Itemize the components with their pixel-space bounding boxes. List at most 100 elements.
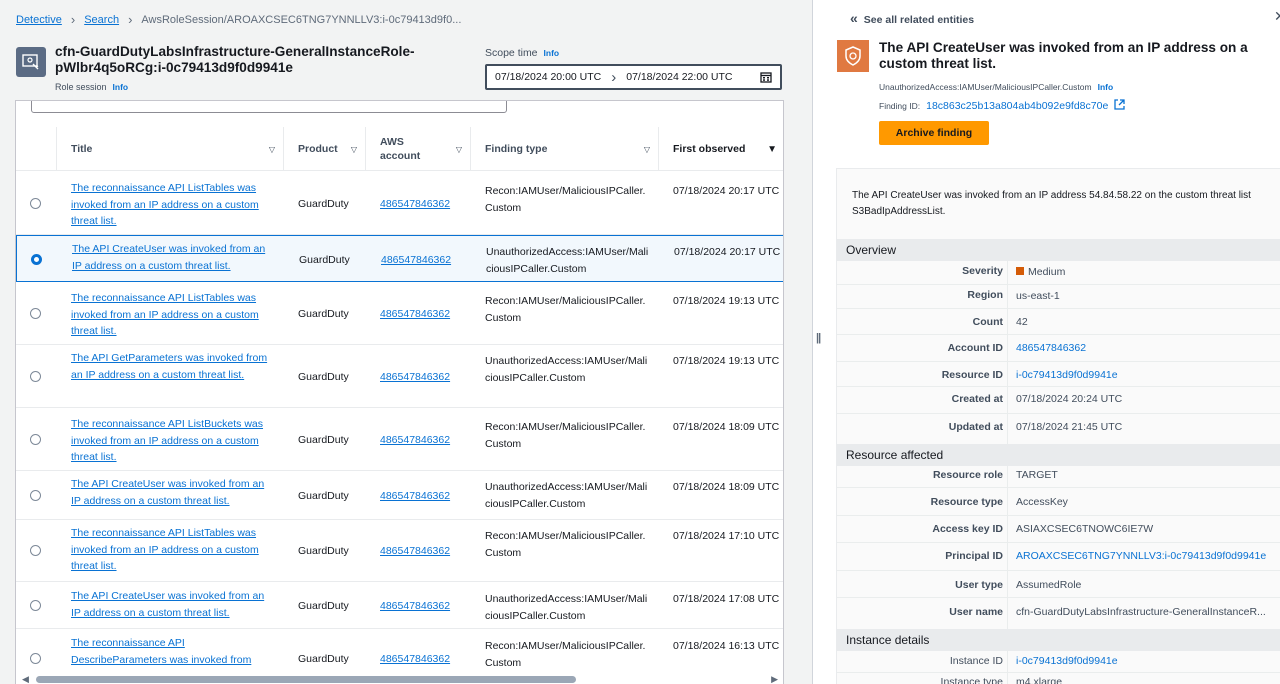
finding-title-link[interactable]: The reconnaissance API DescribeParameter…: [71, 635, 276, 668]
finding-type-cell: UnauthorizedAccess:IAMUser/MaliciousIPCa…: [485, 593, 648, 622]
kv-user-type: User type AssumedRole: [837, 571, 1280, 598]
account-link[interactable]: 486547846362: [380, 369, 450, 386]
first-observed-cell: 07/18/2024 19:13 UTC: [673, 295, 780, 307]
resource-type-label: Resource type: [930, 496, 1003, 508]
archive-finding-button[interactable]: Archive finding: [879, 121, 989, 145]
kv-updated-at: Updated at 07/18/2024 21:45 UTC: [837, 414, 1280, 445]
column-product[interactable]: Product ▽: [283, 127, 365, 171]
close-icon[interactable]: ✕: [1274, 8, 1280, 25]
info-link[interactable]: Info: [113, 82, 129, 92]
table-row[interactable]: The API CreateUser was invoked from an I…: [16, 471, 783, 520]
account-id-link[interactable]: 486547846362: [1016, 342, 1086, 354]
finding-id-label: Finding ID:: [879, 101, 921, 111]
account-link[interactable]: 486547846362: [380, 543, 450, 560]
entity-subtitle: Role session Info: [55, 82, 128, 92]
kv-count: Count 42: [837, 309, 1280, 335]
table-row[interactable]: The reconnaissance API ListTables was in…: [16, 520, 783, 582]
finding-title-link[interactable]: The API CreateUser was invoked from an I…: [71, 588, 276, 621]
column-title[interactable]: Title ▽: [56, 127, 283, 171]
instance-id-label: Instance ID: [949, 655, 1003, 667]
row-radio[interactable]: [30, 371, 41, 382]
count-value: 42: [1016, 316, 1028, 328]
account-link[interactable]: 486547846362: [380, 432, 450, 449]
kv-severity: Severity Medium: [837, 261, 1280, 285]
updated-at-value: 07/18/2024 21:45 UTC: [1016, 421, 1123, 433]
account-link[interactable]: 486547846362: [380, 196, 450, 213]
finding-type-cell: Recon:IAMUser/MaliciousIPCaller.Custom: [485, 421, 646, 450]
finding-type-cell: Recon:IAMUser/MaliciousIPCaller.Custom: [485, 530, 646, 559]
kv-resource-type: Resource type AccessKey: [837, 488, 1280, 516]
findings-table: Title ▽ Product ▽ AWS account ▽ Finding …: [15, 100, 784, 684]
finding-id-link[interactable]: 18c863c25b13a804ab4b092e9fd8c70e: [926, 100, 1108, 112]
breadcrumb-detective-link[interactable]: Detective: [16, 14, 62, 26]
scope-time-picker[interactable]: 07/18/2024 20:00 UTC › 07/18/2024 22:00 …: [485, 64, 782, 90]
severity-text: Medium: [1028, 266, 1066, 278]
scroll-right-icon[interactable]: ▶: [771, 674, 778, 684]
row-radio[interactable]: [31, 254, 42, 265]
sort-desc-icon: ▼: [767, 143, 777, 155]
product-cell: GuardDuty: [298, 545, 349, 557]
finding-type-text: UnauthorizedAccess:IAMUser/MaliciousIPCa…: [879, 82, 1092, 92]
column-account[interactable]: AWS account ▽: [365, 127, 470, 171]
breadcrumb-search-link[interactable]: Search: [84, 14, 119, 26]
sort-icon: ▽: [268, 144, 275, 154]
column-type-label: Finding type: [485, 143, 548, 155]
row-radio[interactable]: [30, 308, 41, 319]
table-row[interactable]: The API GetParameters was invoked from a…: [16, 345, 783, 408]
horizontal-scrollbar[interactable]: ◀ ▶: [22, 674, 778, 684]
account-link[interactable]: 486547846362: [380, 306, 450, 323]
finding-info-link[interactable]: Info: [1098, 82, 1114, 92]
table-row[interactable]: The API CreateUser was invoked from an I…: [16, 235, 783, 282]
finding-details-panel: « See all related entities ✕ The API Crea…: [824, 0, 1280, 684]
principal-id-link[interactable]: AROAXCSEC6TNG7YNNLLV3:i-0c79413d9f0d9941…: [1016, 550, 1266, 562]
table-header: Title ▽ Product ▽ AWS account ▽ Finding …: [16, 127, 783, 171]
finding-type-cell: UnauthorizedAccess:IAMUser/MaliciousIPCa…: [486, 246, 649, 275]
chevron-right-icon: ›: [128, 12, 133, 27]
region-value: us-east-1: [1016, 290, 1060, 302]
row-radio[interactable]: [30, 545, 41, 556]
account-link[interactable]: 486547846362: [380, 598, 450, 615]
table-row[interactable]: The reconnaissance API ListTables was in…: [16, 172, 783, 235]
breadcrumb-current: AwsRoleSession/AROAXCSEC6TNG7YNNLLV3:i-0…: [141, 13, 462, 26]
table-row[interactable]: The reconnaissance API ListTables was in…: [16, 282, 783, 345]
table-row[interactable]: The reconnaissance API ListBuckets was i…: [16, 408, 783, 471]
finding-title-link[interactable]: The API CreateUser was invoked from an I…: [71, 476, 276, 509]
account-link[interactable]: 486547846362: [380, 488, 450, 505]
account-link[interactable]: 486547846362: [380, 651, 450, 668]
scroll-left-icon[interactable]: ◀: [22, 674, 29, 684]
severity-value: Medium: [1016, 266, 1065, 278]
row-radio[interactable]: [30, 198, 41, 209]
row-radio[interactable]: [30, 653, 41, 664]
filter-input[interactable]: [31, 101, 507, 113]
see-all-related-entities-link[interactable]: « See all related entities: [850, 10, 974, 26]
account-link[interactable]: 486547846362: [381, 252, 451, 269]
finding-title-link[interactable]: The reconnaissance API ListBuckets was i…: [71, 416, 276, 466]
column-title-label: Title: [71, 143, 93, 155]
resource-id-link[interactable]: i-0c79413d9f0d9941e: [1016, 369, 1118, 381]
column-first-observed[interactable]: First observed ▼: [658, 127, 783, 171]
scrollbar-thumb[interactable]: [36, 676, 576, 683]
resize-handle-icon[interactable]: ||: [816, 332, 821, 344]
sort-icon: ▽: [643, 144, 650, 154]
instance-details-heading: Instance details: [837, 629, 1280, 651]
column-product-label: Product: [298, 143, 338, 155]
product-cell: GuardDuty: [298, 490, 349, 502]
resource-affected-heading: Resource affected: [837, 444, 1280, 466]
column-finding-type[interactable]: Finding type ▽: [470, 127, 658, 171]
pane-splitter[interactable]: [812, 0, 813, 684]
external-link-icon[interactable]: [1114, 99, 1125, 110]
finding-title-link[interactable]: The API GetParameters was invoked from a…: [71, 350, 276, 383]
instance-id-link[interactable]: i-0c79413d9f0d9941e: [1016, 655, 1118, 667]
row-radio[interactable]: [30, 490, 41, 501]
column-first-label: First observed: [673, 143, 746, 155]
table-row[interactable]: The API CreateUser was invoked from an I…: [16, 582, 783, 629]
scope-info-link[interactable]: Info: [544, 48, 560, 58]
finding-title-link[interactable]: The reconnaissance API ListTables was in…: [71, 290, 276, 340]
user-type-value: AssumedRole: [1016, 579, 1082, 591]
row-radio[interactable]: [30, 600, 41, 611]
scope-time-label: Scope time Info: [485, 47, 559, 59]
finding-title-link[interactable]: The reconnaissance API ListTables was in…: [71, 180, 276, 230]
finding-title-link[interactable]: The reconnaissance API ListTables was in…: [71, 525, 276, 575]
row-radio[interactable]: [30, 434, 41, 445]
finding-title-link[interactable]: The API CreateUser was invoked from an I…: [72, 241, 277, 274]
